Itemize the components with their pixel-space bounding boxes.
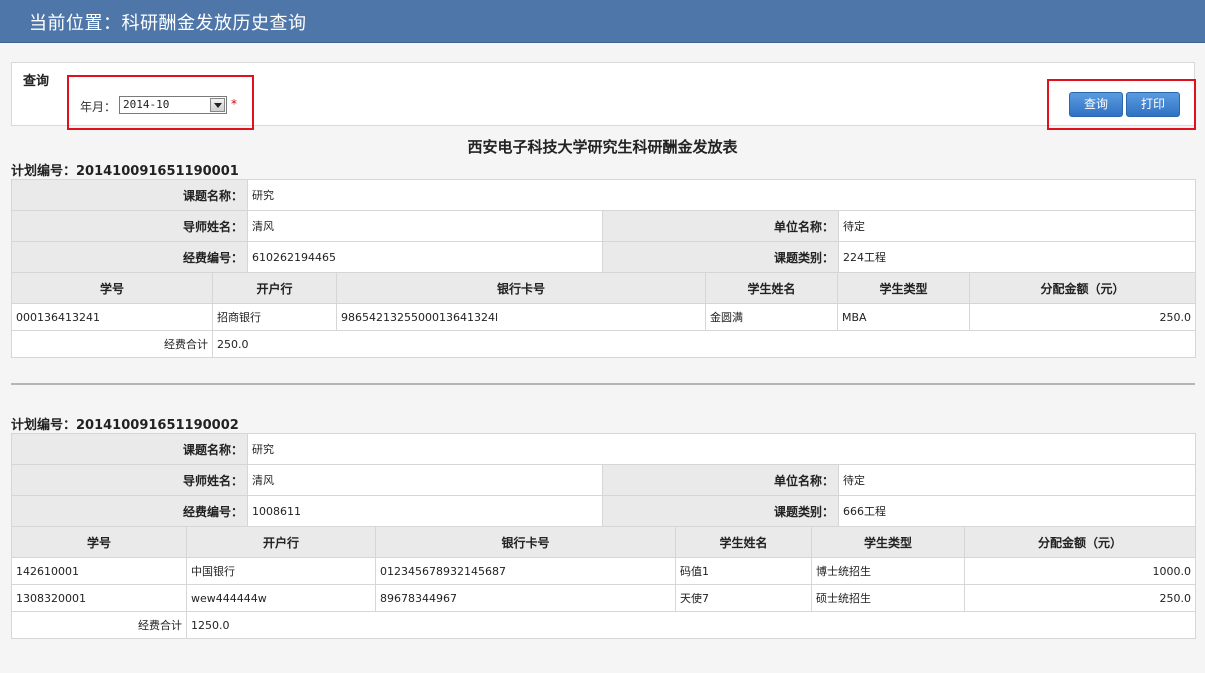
cell-amount: 250.0: [969, 303, 1196, 331]
unit-name-value: 待定: [837, 210, 1197, 242]
top-bar: 当前位置：科研酬金发放历史查询: [0, 0, 1205, 43]
tutor-name-value: 清风: [247, 210, 603, 242]
student-table: 学号 开户行 银行卡号 学生姓名 学生类型 分配金额（元） 0001364132…: [11, 272, 1196, 358]
cell-amount: 250.0: [964, 584, 1196, 612]
year-month-label: 年月：: [80, 100, 117, 114]
topic-type-value: 666工程: [837, 495, 1197, 527]
cell-bank: 中国银行: [186, 557, 376, 585]
column-header: 银行卡号: [375, 526, 676, 558]
topic-name-value: 研究: [246, 433, 1197, 465]
cell-student-no: 1308320001: [11, 584, 187, 612]
column-header: 学生姓名: [675, 526, 812, 558]
cell-student-name: 天使7: [675, 584, 812, 612]
table-row: 142610001 中国银行 012345678932145687 码值1 博士…: [11, 557, 1196, 585]
cell-student-type: MBA: [837, 303, 970, 331]
student-table: 学号 开户行 银行卡号 学生姓名 学生类型 分配金额（元） 142610001 …: [11, 526, 1196, 639]
topic-name-value: 研究: [246, 179, 1197, 211]
tutor-name-value: 清风: [247, 464, 603, 496]
total-row: 经费合计 250.0: [11, 330, 1196, 358]
tutor-name-label: 导师姓名：: [11, 210, 248, 242]
column-header: 分配金额（元）: [969, 272, 1196, 304]
cell-amount: 1000.0: [964, 557, 1196, 585]
column-header: 开户行: [212, 272, 337, 304]
search-button[interactable]: 查询: [1069, 92, 1123, 117]
plan-number: 计划编号：201410091651190002: [11, 418, 239, 433]
column-header: 银行卡号: [336, 272, 706, 304]
section-divider: [11, 383, 1195, 385]
cell-student-name: 金圆满: [705, 303, 838, 331]
cell-bank: 招商银行: [212, 303, 337, 331]
total-label: 经费合计: [11, 330, 213, 358]
breadcrumb: 当前位置：科研酬金发放历史查询: [29, 13, 307, 34]
cell-card: 89678344967: [375, 584, 676, 612]
chevron-down-icon[interactable]: [210, 98, 225, 112]
plan-info-table: 课题名称： 研究 导师姓名： 清风 单位名称： 待定 经费编号： 6102621…: [11, 179, 1197, 273]
fund-no-label: 经费编号：: [11, 241, 248, 273]
cell-student-no: 000136413241: [11, 303, 213, 331]
column-header: 学生姓名: [705, 272, 838, 304]
plan-info-table: 课题名称： 研究 导师姓名： 清风 单位名称： 待定 经费编号： 1008611…: [11, 433, 1197, 527]
cell-student-type: 博士统招生: [811, 557, 965, 585]
topic-type-label: 课题类别：: [602, 241, 839, 273]
query-panel-title: 查询: [23, 74, 50, 89]
column-header: 学生类型: [837, 272, 970, 304]
year-month-select[interactable]: 2014-10: [119, 96, 227, 114]
unit-name-label: 单位名称：: [602, 464, 839, 496]
required-mark: *: [231, 97, 237, 111]
cell-card: 012345678932145687: [375, 557, 676, 585]
cell-card: 9865421325500013641324l: [336, 303, 706, 331]
topic-name-label: 课题名称：: [11, 179, 248, 211]
total-value: 250.0: [212, 330, 1196, 358]
total-value: 1250.0: [186, 611, 1196, 639]
query-panel: 查询 年月： 2014-10 * 查询 打印: [11, 62, 1195, 126]
column-header: 学号: [11, 272, 213, 304]
cell-student-type: 硕士统招生: [811, 584, 965, 612]
fund-no-value: 610262194465: [247, 241, 603, 273]
plan-number: 计划编号：201410091651190001: [11, 164, 239, 179]
total-label: 经费合计: [11, 611, 187, 639]
cell-bank: wew444444w: [186, 584, 376, 612]
topic-type-label: 课题类别：: [602, 495, 839, 527]
table-row: 1308320001 wew444444w 89678344967 天使7 硕士…: [11, 584, 1196, 612]
column-header: 开户行: [186, 526, 376, 558]
column-header: 学生类型: [811, 526, 965, 558]
report-title: 西安电子科技大学研究生科研酬金发放表: [467, 138, 738, 156]
unit-name-value: 待定: [837, 464, 1197, 496]
cell-student-name: 码值1: [675, 557, 812, 585]
column-header: 分配金额（元）: [964, 526, 1196, 558]
table-row: 000136413241 招商银行 9865421325500013641324…: [11, 303, 1196, 331]
total-row: 经费合计 1250.0: [11, 611, 1196, 639]
fund-no-value: 1008611: [247, 495, 603, 527]
tutor-name-label: 导师姓名：: [11, 464, 248, 496]
year-month-value: 2014-10: [123, 98, 170, 111]
topic-type-value: 224工程: [837, 241, 1197, 273]
topic-name-label: 课题名称：: [11, 433, 248, 465]
print-button[interactable]: 打印: [1126, 92, 1180, 117]
fund-no-label: 经费编号：: [11, 495, 248, 527]
unit-name-label: 单位名称：: [602, 210, 839, 242]
column-header: 学号: [11, 526, 187, 558]
cell-student-no: 142610001: [11, 557, 187, 585]
